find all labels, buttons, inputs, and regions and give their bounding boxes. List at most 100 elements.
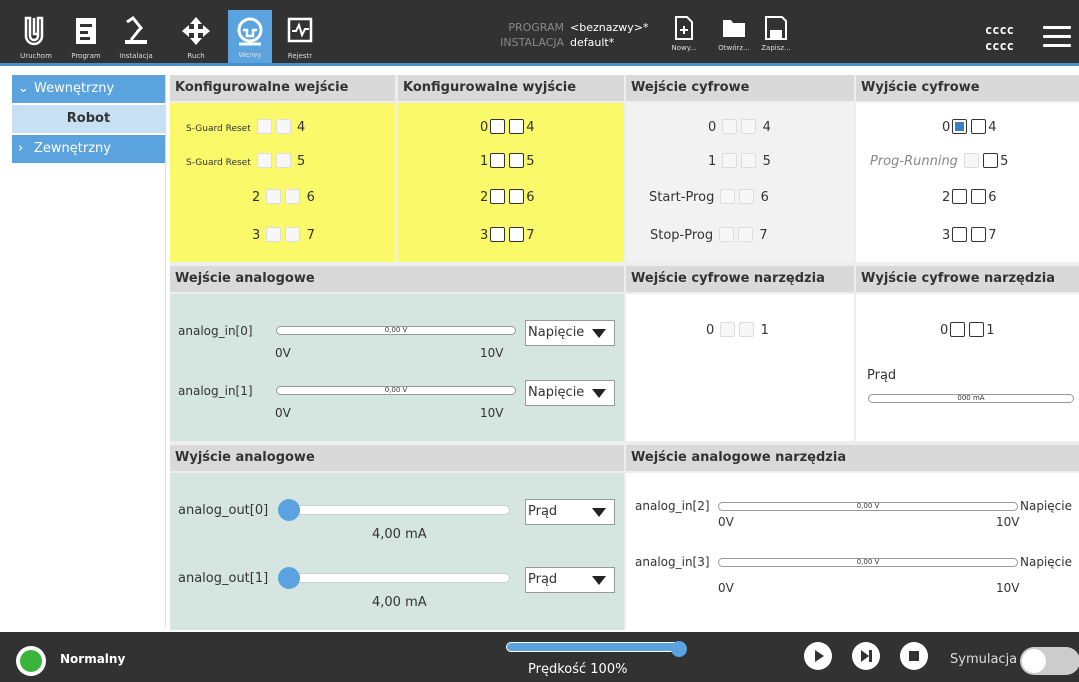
range-max: 10V	[480, 346, 504, 360]
sidebar-item-external[interactable]: › Zewnętrzny	[12, 135, 165, 163]
speed-slider-knob[interactable]	[671, 641, 687, 657]
new-file-button[interactable]: Nowy...	[664, 16, 704, 52]
tool-digital-output-panel: Wyjście cyfrowe narzędzia 01 Prąd 000 mA	[856, 266, 1079, 441]
installation-name: default*	[570, 36, 615, 49]
save-file-button[interactable]: Zapisz...	[756, 16, 796, 52]
folder-icon	[723, 20, 745, 37]
analog-output-slider[interactable]	[282, 573, 510, 583]
current-bar: 000 mA	[868, 394, 1074, 403]
checkbox[interactable]	[490, 119, 506, 134]
io-label: 2	[942, 190, 951, 205]
nav-log-button[interactable]: Rejestr	[278, 10, 322, 64]
checkbox[interactable]	[952, 189, 968, 204]
checkbox[interactable]	[490, 189, 506, 204]
io-main-area: Konfigurowalne wejście S-Guard Reset 4 S…	[170, 75, 1079, 630]
config-output-row-0: 04	[480, 119, 535, 136]
nav-io-button[interactable]: We/wy	[228, 10, 272, 63]
range-min: 0V	[718, 515, 734, 529]
stop-button[interactable]	[900, 642, 928, 670]
io-label: 6	[306, 190, 315, 205]
hamburger-menu-icon[interactable]	[1043, 26, 1071, 53]
status-indicator-icon[interactable]	[16, 646, 46, 676]
nav-move-button[interactable]: Ruch	[174, 10, 218, 64]
checkbox[interactable]	[509, 227, 525, 242]
move-icon	[182, 17, 210, 45]
analog-input-bar: 0,00 V	[718, 558, 1018, 567]
checkbox[interactable]	[983, 153, 999, 168]
bottom-bar: Normalny Prędkość 100% Symulacja	[0, 632, 1079, 682]
checkbox	[275, 119, 291, 134]
config-output-row-2: 26	[480, 189, 535, 206]
open-file-button[interactable]: Otwórz...	[714, 16, 754, 52]
checkbox[interactable]	[509, 119, 525, 134]
sidebar-item-robot[interactable]: Robot	[12, 105, 165, 133]
panel-title: Konfigurowalne wyjście	[398, 75, 624, 101]
analog-output-value: 4,00 mA	[372, 527, 427, 542]
sidebar-item-internal[interactable]: ⌄ Wewnętrzny	[12, 75, 165, 103]
checkbox[interactable]	[490, 153, 506, 168]
installation-icon	[125, 16, 147, 44]
user-line-1: cccc	[985, 23, 1014, 37]
analog-mode-dropdown[interactable]: Prąd	[525, 499, 615, 525]
slider-knob[interactable]	[278, 567, 300, 589]
analog-input-name: analog_in[1]	[178, 384, 253, 398]
range-min: 0V	[275, 346, 291, 360]
checkbox	[285, 189, 301, 204]
checkbox[interactable]	[971, 119, 987, 134]
sidebar-item-label: Zewnętrzny	[34, 141, 111, 156]
chevron-down-icon	[592, 508, 606, 517]
accent-line	[0, 63, 1079, 66]
checkbox[interactable]	[509, 189, 525, 204]
nav-label: Rejestr	[287, 52, 313, 60]
digital-input-row-0: 0 4	[708, 119, 771, 136]
range-min: 0V	[718, 581, 734, 595]
checkbox[interactable]	[509, 153, 525, 168]
nav-label: Instalacja	[119, 52, 153, 60]
analog-mode-dropdown[interactable]: Prąd	[525, 567, 615, 593]
program-icon	[76, 18, 96, 44]
config-input-row-3: 3 7	[252, 227, 315, 244]
analog-mode-dropdown[interactable]: Napięcie	[525, 320, 615, 346]
step-button[interactable]	[852, 642, 880, 670]
io-label: 7	[988, 228, 997, 243]
tool-digital-input-row: 0 1	[706, 322, 769, 339]
panel-title: Wejście cyfrowe	[626, 75, 854, 101]
io-label: 7	[306, 228, 315, 243]
play-button[interactable]	[804, 642, 832, 670]
dropdown-value: Prąd	[528, 572, 558, 587]
panel-body: 0 1	[626, 294, 854, 441]
checkbox[interactable]	[952, 227, 968, 242]
checkbox[interactable]	[950, 322, 966, 337]
analog-output-slider[interactable]	[282, 505, 510, 515]
io-label: 6	[988, 190, 997, 205]
checkbox	[722, 119, 738, 134]
nav-run-button[interactable]: Uruchom	[14, 10, 58, 64]
panel-body: analog_in[0] 0,00 V 0V 10V Napięcie anal…	[170, 294, 624, 441]
nav-program-button[interactable]: Program	[64, 10, 108, 64]
checkbox	[256, 153, 272, 168]
nav-installation-button[interactable]: Instalacja	[114, 10, 158, 64]
user-info: cccc cccc	[985, 22, 1014, 54]
speed-slider[interactable]	[506, 642, 680, 652]
io-label: 0	[708, 120, 717, 135]
analog-mode-dropdown[interactable]: Napięcie	[525, 380, 615, 406]
analog-input-name: analog_in[3]	[635, 555, 710, 569]
checkbox[interactable]	[971, 227, 987, 242]
checkbox[interactable]	[969, 322, 985, 337]
io-label: 3	[480, 228, 489, 243]
analog-output-panel: Wyjście analogowe analog_out[0] 4,00 mA …	[170, 445, 624, 630]
panel-title: Wejście cyfrowe narzędzia	[626, 266, 854, 292]
io-label: 3	[942, 228, 951, 243]
checkbox[interactable]	[490, 227, 506, 242]
slider-knob[interactable]	[278, 499, 300, 521]
panel-title: Wyjście cyfrowe narzędzia	[856, 266, 1079, 292]
simulation-toggle[interactable]	[1020, 647, 1079, 675]
open-file-label: Otwórz...	[718, 44, 750, 52]
panel-title: Wejście analogowe narzędzia	[626, 445, 1079, 471]
io-label: Start-Prog	[649, 190, 715, 205]
checkbox-checked[interactable]	[952, 119, 968, 134]
tool-digital-input-panel: Wejście cyfrowe narzędzia 0 1	[626, 266, 854, 441]
checkbox[interactable]	[971, 189, 987, 204]
checkbox	[964, 153, 980, 168]
analog-input-name: analog_in[0]	[178, 324, 253, 338]
